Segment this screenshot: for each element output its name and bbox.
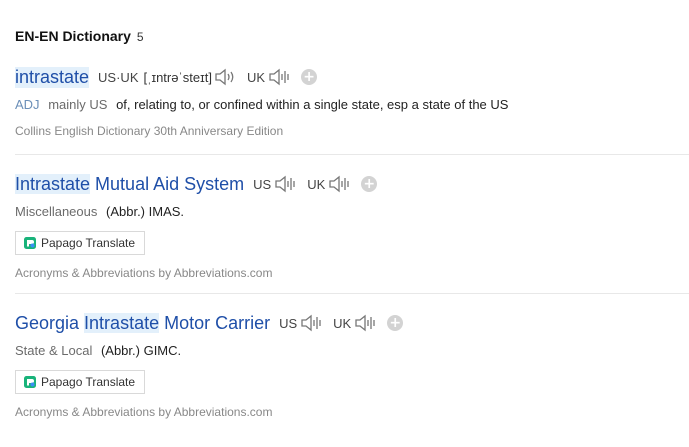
- headword-link[interactable]: Georgia Intrastate Motor Carrier: [15, 312, 271, 334]
- speaker-icon[interactable]: [214, 68, 238, 86]
- part-of-speech: ADJ: [15, 97, 40, 112]
- divider: [15, 154, 689, 155]
- definition-row: ADJ mainly US of, relating to, or confin…: [15, 97, 689, 112]
- add-icon[interactable]: +: [387, 315, 404, 331]
- speaker-icon[interactable]: [274, 175, 298, 193]
- papago-icon: [24, 376, 36, 388]
- papago-label: Papago Translate: [41, 236, 136, 250]
- pron-label-us: US: [253, 176, 272, 192]
- source-label: Acronyms & Abbreviations by Abbreviation…: [15, 405, 273, 419]
- papago-label: Papago Translate: [41, 375, 136, 389]
- speaker-icon[interactable]: [354, 314, 378, 332]
- pron-label-uk: UK: [247, 69, 266, 85]
- abbreviation-text: (Abbr.) IMAS.: [106, 204, 185, 219]
- headword-suffix: Motor Carrier: [159, 312, 271, 333]
- papago-translate-button[interactable]: Papago Translate: [15, 231, 146, 255]
- headword-highlight: Intrastate: [15, 173, 91, 194]
- entry-intrastate-mutual-aid-system: Intrastate Mutual Aid System US UK + Mis…: [15, 171, 689, 280]
- pronunciation-us: US: [279, 314, 324, 332]
- category-label: State & Local: [15, 343, 93, 358]
- add-icon[interactable]: +: [301, 69, 318, 85]
- definition-text: of, relating to, or confined within a si…: [116, 97, 509, 112]
- section-title-text: EN-EN Dictionary: [15, 28, 131, 44]
- definition-row: Miscellaneous (Abbr.) IMAS.: [15, 204, 689, 219]
- pron-label-us: US: [279, 315, 298, 331]
- pronunciation-uk: UK: [247, 68, 292, 86]
- headword-link[interactable]: intrastate: [15, 66, 90, 88]
- papago-translate-button[interactable]: Papago Translate: [15, 370, 146, 394]
- dictionary-panel: EN-EN Dictionary 5 intrastate US·UK [ˌɪn…: [0, 0, 689, 447]
- category-label: Miscellaneous: [15, 204, 98, 219]
- pronunciation-uk: UK: [307, 175, 352, 193]
- add-icon[interactable]: +: [361, 176, 378, 192]
- definition-row: State & Local (Abbr.) GIMC.: [15, 343, 689, 358]
- source-label: Acronyms & Abbreviations by Abbreviation…: [15, 266, 273, 280]
- speaker-icon[interactable]: [328, 175, 352, 193]
- ipa-text: [ˌɪntrəˈsteɪt]: [143, 69, 213, 85]
- pronunciation-us: US: [253, 175, 298, 193]
- pronunciation-us-uk: US·UK [ˌɪntrəˈsteɪt]: [98, 68, 238, 86]
- pronunciation-uk: UK: [333, 314, 378, 332]
- headword-suffix: Mutual Aid System: [90, 173, 245, 194]
- speaker-icon[interactable]: [300, 314, 324, 332]
- entry-intrastate: intrastate US·UK [ˌɪntrəˈsteɪt] UK + ADJ…: [15, 64, 689, 138]
- entry-georgia-intrastate-motor-carrier: Georgia Intrastate Motor Carrier US UK +…: [15, 310, 689, 419]
- divider: [15, 293, 689, 294]
- pron-label-uk: UK: [333, 315, 352, 331]
- headword-prefix: Georgia: [15, 312, 85, 333]
- usage-label: mainly US: [48, 97, 108, 112]
- pron-label-uk: UK: [307, 176, 326, 192]
- source-label: Collins English Dictionary 30th Annivers…: [15, 124, 284, 138]
- result-count: 5: [136, 30, 144, 44]
- abbreviation-text: (Abbr.) GIMC.: [100, 343, 182, 358]
- headword-highlight: Intrastate: [84, 312, 160, 333]
- speaker-icon[interactable]: [268, 68, 292, 86]
- papago-icon: [24, 237, 36, 249]
- headword-link[interactable]: Intrastate Mutual Aid System: [15, 173, 245, 195]
- pron-label: US·UK: [98, 69, 139, 85]
- section-title: EN-EN Dictionary 5: [15, 28, 144, 44]
